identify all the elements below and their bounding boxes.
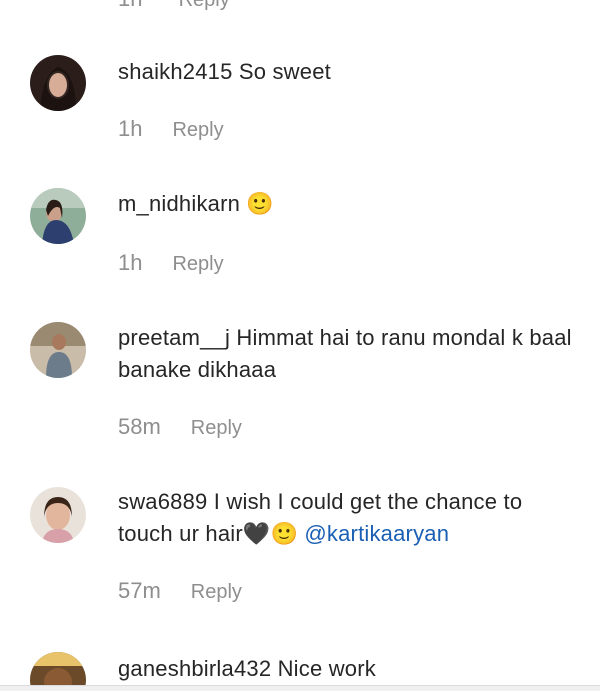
reply-button[interactable]: Reply	[179, 0, 230, 11]
mention-link[interactable]: @kartikaaryan	[304, 521, 449, 546]
comment-username[interactable]: m_nidhikarn	[118, 191, 240, 216]
comment-text: preetam__j Himmat hai to ranu mondal k b…	[118, 322, 578, 386]
previous-comment-meta: 1h Reply	[118, 0, 230, 12]
comment-meta: 1h Reply	[118, 250, 224, 276]
comment-body: Nice work	[277, 656, 376, 681]
avatar[interactable]	[30, 55, 86, 111]
reply-button[interactable]: Reply	[191, 417, 242, 440]
comment-body: 🙂	[246, 191, 274, 216]
avatar[interactable]	[30, 188, 86, 244]
reply-button[interactable]: Reply	[172, 119, 223, 142]
comment-time: 1h	[118, 250, 143, 275]
comment-meta: 1h Reply	[118, 116, 224, 142]
comment-meta: 57m Reply	[118, 578, 242, 604]
comment-username[interactable]: shaikh2415	[118, 59, 233, 84]
comment-time: 57m	[118, 578, 161, 603]
comment-meta: 58m Reply	[118, 414, 242, 440]
comment-text: ganeshbirla432 Nice work	[118, 653, 578, 685]
avatar[interactable]	[30, 487, 86, 543]
comment-text: shaikh2415 So sweet	[118, 56, 578, 88]
comment-username[interactable]: preetam__j	[118, 325, 230, 350]
comment-username[interactable]: ganeshbirla432	[118, 656, 271, 681]
comment-text: swa6889 I wish I could get the chance to…	[118, 486, 578, 550]
comment-body: So sweet	[238, 59, 331, 84]
comment-time: 58m	[118, 414, 161, 439]
reply-button[interactable]: Reply	[191, 581, 242, 604]
bottom-edge	[0, 685, 600, 691]
comment-time: 1h	[118, 0, 142, 11]
comment-username[interactable]: swa6889	[118, 489, 207, 514]
comment-text: m_nidhikarn 🙂	[118, 188, 578, 220]
reply-button[interactable]: Reply	[172, 253, 223, 276]
comment-time: 1h	[118, 116, 143, 141]
avatar[interactable]	[30, 322, 86, 378]
